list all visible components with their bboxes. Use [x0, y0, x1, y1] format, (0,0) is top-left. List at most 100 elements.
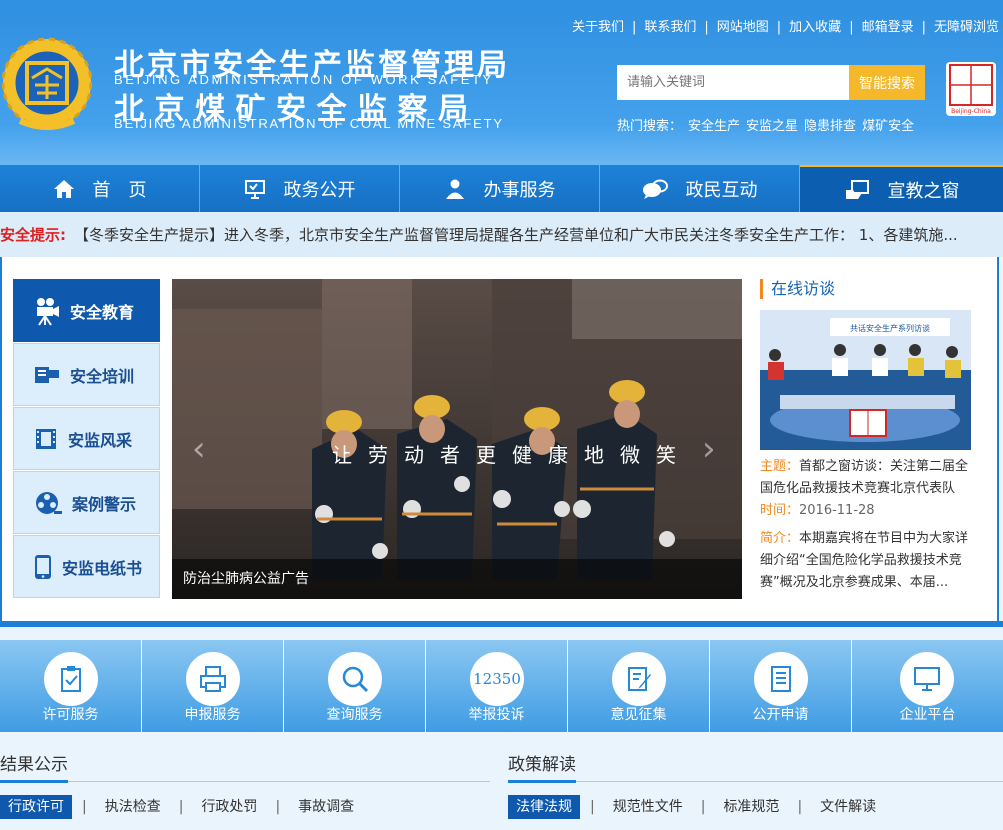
video-camera-icon [37, 297, 59, 326]
slide-slogan: 让劳动者更健康地微笑 [332, 443, 692, 467]
link-sitemap[interactable]: 网站地图 [717, 20, 769, 35]
sidebar-item-supervision-style[interactable]: 安监风采 [13, 407, 160, 470]
interview-studio-image: 共话安全生产系列访谈 [760, 310, 971, 450]
tab-law-enforcement[interactable]: 执法检查 [97, 795, 169, 819]
monitor-icon [244, 179, 265, 199]
results-tabs: 行政许可 | 执法检查 | 行政处罚 | 事故调查 [0, 795, 362, 819]
service-report[interactable]: 12350 举报投诉 [426, 640, 568, 732]
sidebar-item-label: 安监电纸书 [62, 558, 143, 578]
service-opinion[interactable]: 意见征集 [568, 640, 710, 732]
hot-term[interactable]: 安全生产 [688, 119, 740, 134]
hot-term[interactable]: 煤矿安全 [862, 119, 914, 134]
sidebar-item-label: 安全培训 [70, 366, 135, 386]
hot-search-label: 热门搜索： [617, 119, 683, 134]
nav-education-window[interactable]: 宣教之窗 [800, 165, 1003, 212]
service-bar: 许可服务 申报服务 查询服务 12350 举报投诉 意见征集 公开申请 企业平台 [0, 640, 1003, 732]
projector-icon [35, 366, 59, 383]
interview-topic[interactable]: 主题：首都之窗访谈：关注第二届全国危化品救援技术竞赛北京代表队 [760, 456, 975, 500]
desktop-icon [900, 652, 954, 706]
sidebar-item-label: 案例警示 [72, 494, 137, 514]
safety-notice-ticker: 安全提示: 【冬季安全生产提示】进入冬季，北京市安全生产监督管理局提醒各生产经营… [0, 212, 1003, 257]
capital-window-logo[interactable]: Beijing-China [946, 62, 996, 116]
film-icon [36, 428, 56, 449]
sidebar-item-ebook[interactable]: 安监电纸书 [13, 535, 160, 598]
top-links: 关于我们 | 联系我们 | 网站地图 | 加入收藏 | 邮箱登录 | 无障碍浏览 [571, 20, 999, 35]
tab-standards[interactable]: 标准规范 [715, 795, 787, 819]
link-about[interactable]: 关于我们 [572, 20, 624, 35]
edit-note-icon [612, 652, 666, 706]
search-input[interactable] [617, 65, 849, 100]
service-declaration[interactable]: 申报服务 [142, 640, 284, 732]
results-title[interactable]: 结果公示 [0, 755, 68, 775]
search-box: 智能搜索 [617, 65, 925, 100]
service-enterprise-platform[interactable]: 企业平台 [852, 640, 1003, 732]
tab-laws[interactable]: 法律法规 [508, 795, 580, 819]
bureau-emblem-icon [2, 37, 92, 130]
sidebar-item-case-warning[interactable]: 案例警示 [13, 471, 160, 534]
nav-label: 办事服务 [483, 179, 556, 201]
service-label: 举报投诉 [468, 707, 525, 723]
tab-accident-investigation[interactable]: 事故调查 [290, 795, 362, 819]
service-label: 许可服务 [42, 707, 99, 723]
nav-gov-affairs[interactable]: 政务公开 [200, 165, 400, 212]
results-section-title: 结果公示 [0, 750, 490, 783]
tab-admin-penalty[interactable]: 行政处罚 [193, 795, 265, 819]
service-label: 查询服务 [326, 707, 383, 723]
interview-summary: 简介：本期嘉宾将在节目中为大家详细介绍“全国危险化学品救援技术竞赛”概况及北京参… [760, 528, 975, 594]
link-mail-login[interactable]: 邮箱登录 [862, 20, 914, 35]
policy-title[interactable]: 政策解读 [508, 755, 576, 775]
sidebar-item-safety-education[interactable]: 安全教育 [13, 279, 160, 342]
tab-admin-permit[interactable]: 行政许可 [0, 795, 72, 819]
service-label: 企业平台 [899, 707, 956, 723]
hot-search: 热门搜索： 安全生产 安监之星 隐患排查 煤矿安全 [617, 115, 914, 134]
document-icon [754, 652, 808, 706]
interview-time: 时间：2016-11-28 [760, 500, 975, 522]
hot-term[interactable]: 隐患排查 [804, 119, 856, 134]
notice-label: 安全提示: [0, 226, 66, 244]
printer-icon [186, 652, 240, 706]
home-icon [53, 179, 74, 198]
service-permit[interactable]: 许可服务 [0, 640, 142, 732]
online-interview: 在线访谈 共话安全生产系列访谈 主题：首都之窗访谈：关注第二届全国危化品救援技术… [760, 279, 975, 594]
chat-icon [642, 179, 668, 199]
summary-label: 简介： [760, 531, 800, 546]
service-query[interactable]: 查询服务 [284, 640, 426, 732]
search-button[interactable]: 智能搜索 [849, 65, 925, 100]
tab-doc-interpretation[interactable]: 文件解读 [812, 795, 884, 819]
slide-caption[interactable]: 防治尘肺病公益广告 [172, 559, 742, 599]
service-disclosure[interactable]: 公开申请 [710, 640, 852, 732]
nav-label: 宣教之窗 [887, 180, 960, 202]
sidebar-item-label: 安全教育 [70, 302, 135, 322]
interview-banner-text: 共话安全生产系列访谈 [850, 323, 930, 333]
phone-icon [35, 554, 51, 579]
slide-prev-arrow[interactable]: ‹ [192, 429, 212, 469]
main-nav: 首 页 政务公开 办事服务 政民互动 宣教之窗 [0, 165, 1003, 212]
nav-services[interactable]: 办事服务 [400, 165, 600, 212]
link-favorite[interactable]: 加入收藏 [789, 20, 841, 35]
nav-label: 首 页 [92, 179, 147, 201]
education-panel: 安全教育 安全培训 安监风采 案例警示 安监电纸书 让劳动者更健康地微笑 ‹ ›… [0, 257, 1003, 627]
clipboard-check-icon [44, 652, 98, 706]
slide-next-arrow[interactable]: › [702, 429, 722, 469]
policy-tabs: 法律法规 | 规范性文件 | 标准规范 | 文件解读 [508, 795, 884, 819]
sidebar-item-safety-training[interactable]: 安全培训 [13, 343, 160, 406]
nav-interaction[interactable]: 政民互动 [600, 165, 800, 212]
tab-normative-docs[interactable]: 规范性文件 [605, 795, 691, 819]
hot-term[interactable]: 安监之星 [746, 119, 798, 134]
service-label: 申报服务 [184, 707, 241, 723]
magnifier-icon [328, 652, 382, 706]
notice-text[interactable]: 【冬季安全生产提示】进入冬季，北京市安全生产监督管理局提醒各生产经营单位和广大市… [74, 224, 958, 245]
site-header: 北京市安全生产监督管理局 BEIJING ADMINISTRATION OF W… [0, 0, 1003, 165]
link-accessibility[interactable]: 无障碍浏览 [934, 20, 999, 35]
policy-section-title: 政策解读 [508, 750, 1003, 783]
interview-thumbnail[interactable]: 共话安全生产系列访谈 [760, 310, 971, 450]
nav-label: 政务公开 [283, 179, 356, 201]
link-contact[interactable]: 联系我们 [644, 20, 696, 35]
carousel-slide[interactable]: 让劳动者更健康地微笑 ‹ › 防治尘肺病公益广告 [172, 279, 742, 599]
interview-heading[interactable]: 在线访谈 [760, 279, 975, 299]
nav-home[interactable]: 首 页 [0, 165, 200, 212]
nav-label: 政民互动 [685, 179, 758, 201]
hotline-number: 12350 [473, 670, 521, 688]
sidebar-item-label: 安监风采 [68, 430, 133, 450]
title-en-coal-mine: BEIJING ADMINISTRATION OF COAL MINE SAFE… [114, 116, 504, 131]
